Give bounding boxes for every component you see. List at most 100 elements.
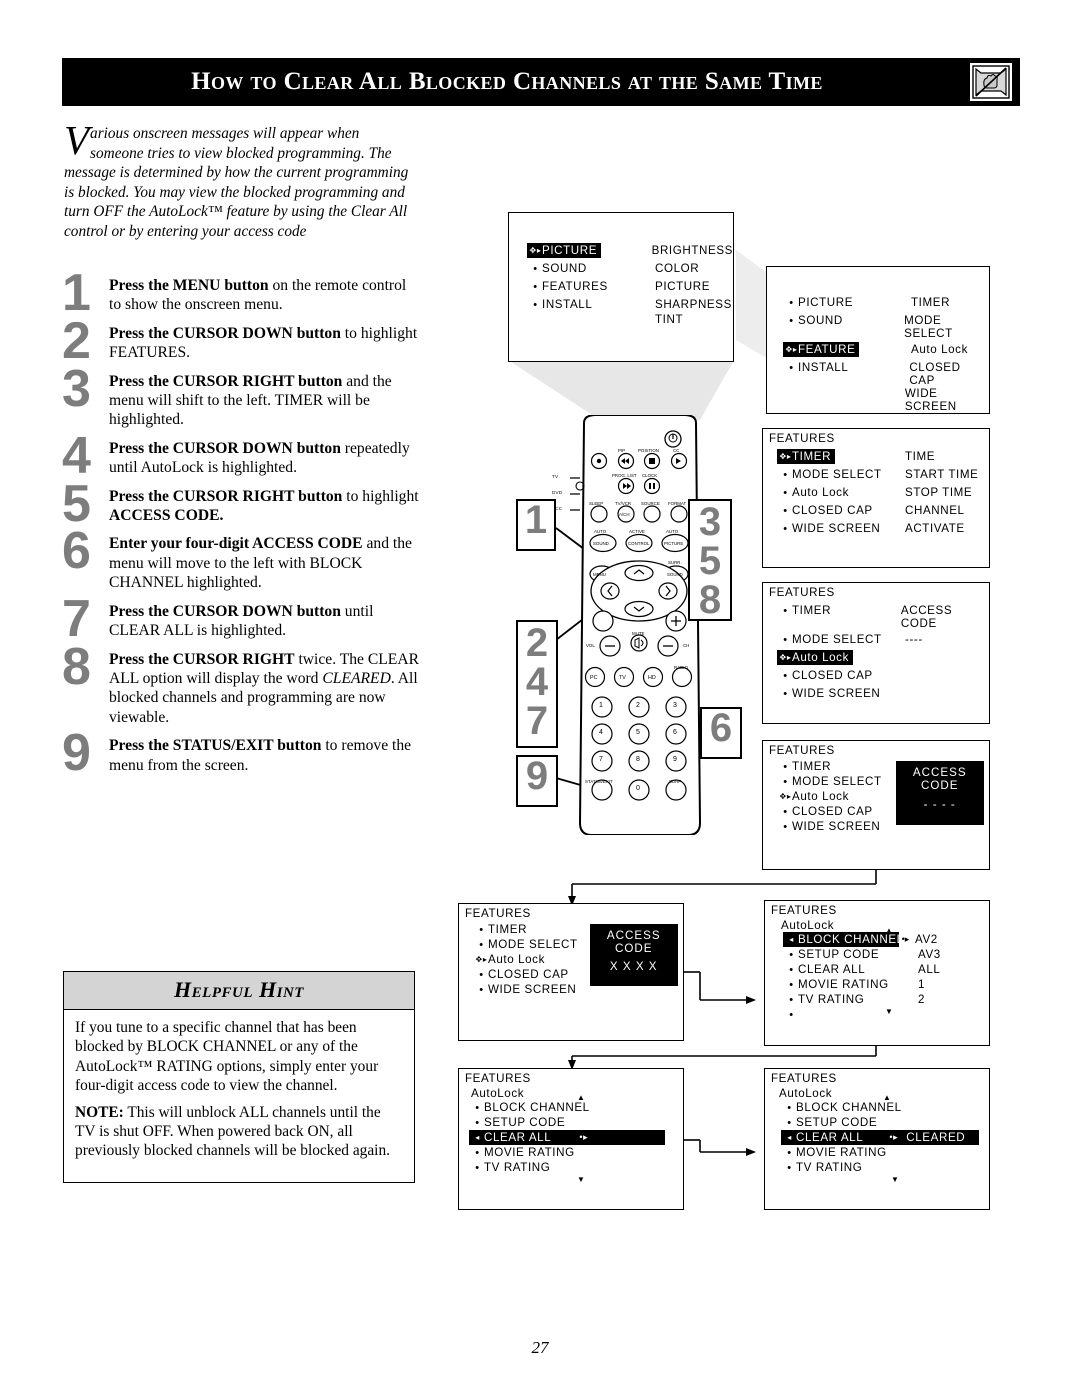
tv-menu-screen-1: ✥▸PICTURE BRIGHTNESS • SOUND COLOR • FEATU… [508,212,734,362]
cursor-leftright-icon: •▸ [579,1132,589,1142]
menu-row[interactable]: • WIDE SCREEN ACTIVATE [777,519,989,537]
menu-row[interactable]: • TV RATING [781,1160,989,1175]
menu-row[interactable]: ✥▸Auto Lock [777,648,989,666]
menu-row[interactable]: • TIMER [777,759,886,774]
menu-row[interactable]: • MODE SELECT START TIME [777,465,989,483]
remote-key-3[interactable]: 3 [673,702,677,709]
remote-label-picture: PICTURE [664,541,684,546]
menu-row[interactable]: • WIDE SCREEN [473,982,582,997]
scroll-down-icon[interactable]: ▼ [891,1175,899,1184]
menu-row[interactable]: • ▼ [783,1007,989,1022]
menu-row[interactable]: • TV RATING [469,1160,683,1175]
scroll-up-icon[interactable]: ▲ [577,1093,585,1102]
remote-key-6[interactable]: 6 [673,729,677,736]
menu-row[interactable]: • CLOSED CAP CHANNEL [777,501,989,519]
menu-row[interactable]: • WIDE SCREEN [777,819,886,834]
bullet-icon: • [783,761,788,773]
step-bold: Press the CURSOR RIGHT button [109,487,343,505]
cursor-updown-right-icon: ✥▸ [529,246,542,255]
remote-label-surr: SURR. [668,560,682,565]
menu-row[interactable]: • MOVIE RATING [469,1145,683,1160]
step-3: 3 Press the CURSOR RIGHT button and the … [62,363,422,430]
menu-row[interactable]: • TIMER ACCESS CODE [777,601,989,630]
tv-menu-screen-5: FEATURES • TIMER • MODE SELECT ✥▸Auto Lock… [762,740,990,870]
bullet-icon: • [783,523,788,535]
remote-label-vol: VOL [586,643,595,648]
step-number: 7 [62,589,91,648]
menu-value: AV2 [915,933,938,946]
scroll-up-icon[interactable]: ▲ [883,1093,891,1102]
menu-value: CHANNEL [905,504,965,517]
scroll-up-icon[interactable]: ▲ [885,926,893,935]
menu-value: Auto Lock [911,343,968,356]
menu-row[interactable]: • MODE SELECT [777,774,886,789]
remote-key-2[interactable]: 2 [636,702,640,709]
menu-row[interactable]: ◂ CLEAR ALL •▸ CLEARED [781,1130,989,1145]
menu-row[interactable]: • MODE SELECT ---- [777,630,989,648]
menu-row[interactable]: • WIDE SCREEN [777,684,989,702]
menu-row[interactable]: ✥▸FEATURE Auto Lock [783,340,989,358]
bullet-icon: • [783,505,788,517]
bullet-icon: • [479,939,484,951]
menu-row[interactable]: ◂ CLEAR ALL •▸ [469,1130,683,1145]
cursor-updown-right-icon: ✥▸ [475,955,488,964]
remote-label-auto-2: AUTO [666,529,679,534]
remote-key-8[interactable]: 8 [636,756,640,763]
menu-row[interactable]: • CLEAR ALL ALL [783,962,989,977]
menu-value: STOP TIME [905,486,973,499]
bullet-icon: • [783,605,788,617]
menu-row[interactable]: • SETUP CODE [781,1115,989,1130]
menu-row[interactable]: • BLOCK CHANNEL [781,1100,989,1115]
scroll-down-icon[interactable]: ▼ [577,1175,585,1184]
menu-row[interactable]: • INSTALL CLOSED CAP [783,358,989,387]
remote-key-0[interactable]: 0 [636,785,640,792]
menu-row[interactable]: ✥▸Auto Lock [777,789,886,804]
menu-row[interactable]: • MOVIE RATING 1 [783,977,989,992]
remote-key-7[interactable]: 7 [599,756,603,763]
screen-title: FEATURES [769,744,835,757]
menu-row[interactable]: • TIMER [473,922,582,937]
cursor-leftright-icon: •▸ [889,1132,899,1142]
remote-key-9[interactable]: 9 [673,756,677,763]
menu-row[interactable]: • BLOCK CHANNEL [469,1100,683,1115]
screen-title: FEATURES [769,586,835,599]
step-bold: Press the STATUS/EXIT button [109,737,322,755]
tv-menu-screen-3: FEATURES ✥▸TIMER TIME • MODE SELECT START… [762,428,990,568]
menu-row[interactable]: • MOVIE RATING [781,1145,989,1160]
callout-2-4-7: 2 4 7 [516,620,558,748]
remote-key-1[interactable]: 1 [599,702,603,709]
menu-row[interactable]: • SOUND COLOR [527,259,733,277]
menu-value: 1 [918,978,926,991]
menu-row[interactable]: • SETUP CODE [469,1115,683,1130]
menu-row[interactable]: • CLOSED CAP [777,666,989,684]
menu-row[interactable]: • Auto Lock STOP TIME [777,483,989,501]
menu-row[interactable]: • SOUND MODE SELECT [783,311,989,340]
remote-key-5[interactable]: 5 [636,729,640,736]
remote-label-prog-list: PROG. LIST [612,473,637,478]
menu-row[interactable]: • CLOSED CAP [473,967,582,982]
blocked-tv-hand-icon [970,63,1012,101]
menu-value: COLOR [655,262,700,275]
access-code-title: ACCESS CODE [606,929,661,955]
menu-row[interactable]: ✥▸Auto Lock [473,952,582,967]
menu-row[interactable]: • SETUP CODE AV3 [783,947,989,962]
access-code-title: ACCESS CODE [912,766,967,792]
menu-row[interactable]: ✥▸PICTURE BRIGHTNESS [527,241,733,259]
remote-key-4[interactable]: 4 [599,729,603,736]
menu-row[interactable]: • FEATURES PICTURE [527,277,733,295]
menu-value: TIME [905,450,936,463]
menu-row[interactable]: • INSTALL SHARPNESS [527,295,733,313]
menu-row[interactable]: • TV RATING 2 [783,992,989,1007]
callout-number: 9 [525,754,549,798]
tv-menu-screen-7: FEATURES AutoLock ▲ ◂ BLOCK CHANNEL •▸ AV… [764,900,990,1046]
menu-row[interactable]: • PICTURE TIMER [783,293,989,311]
menu-row[interactable]: • MODE SELECT [473,937,582,952]
step-8: 8 Press the CURSOR RIGHT twice. The CLEA… [62,641,422,728]
menu-row[interactable]: ✥▸TIMER TIME [777,447,989,465]
step-5: 5 Press the CURSOR RIGHT button to highl… [62,478,422,530]
menu-row[interactable]: • CLOSED CAP [777,804,886,819]
cursor-leftright-icon: •▸ [901,934,910,944]
scroll-down-icon[interactable]: ▼ [885,1007,893,1016]
cursor-updown-right-icon: ✥▸ [785,345,798,354]
bullet-icon: • [479,984,484,996]
